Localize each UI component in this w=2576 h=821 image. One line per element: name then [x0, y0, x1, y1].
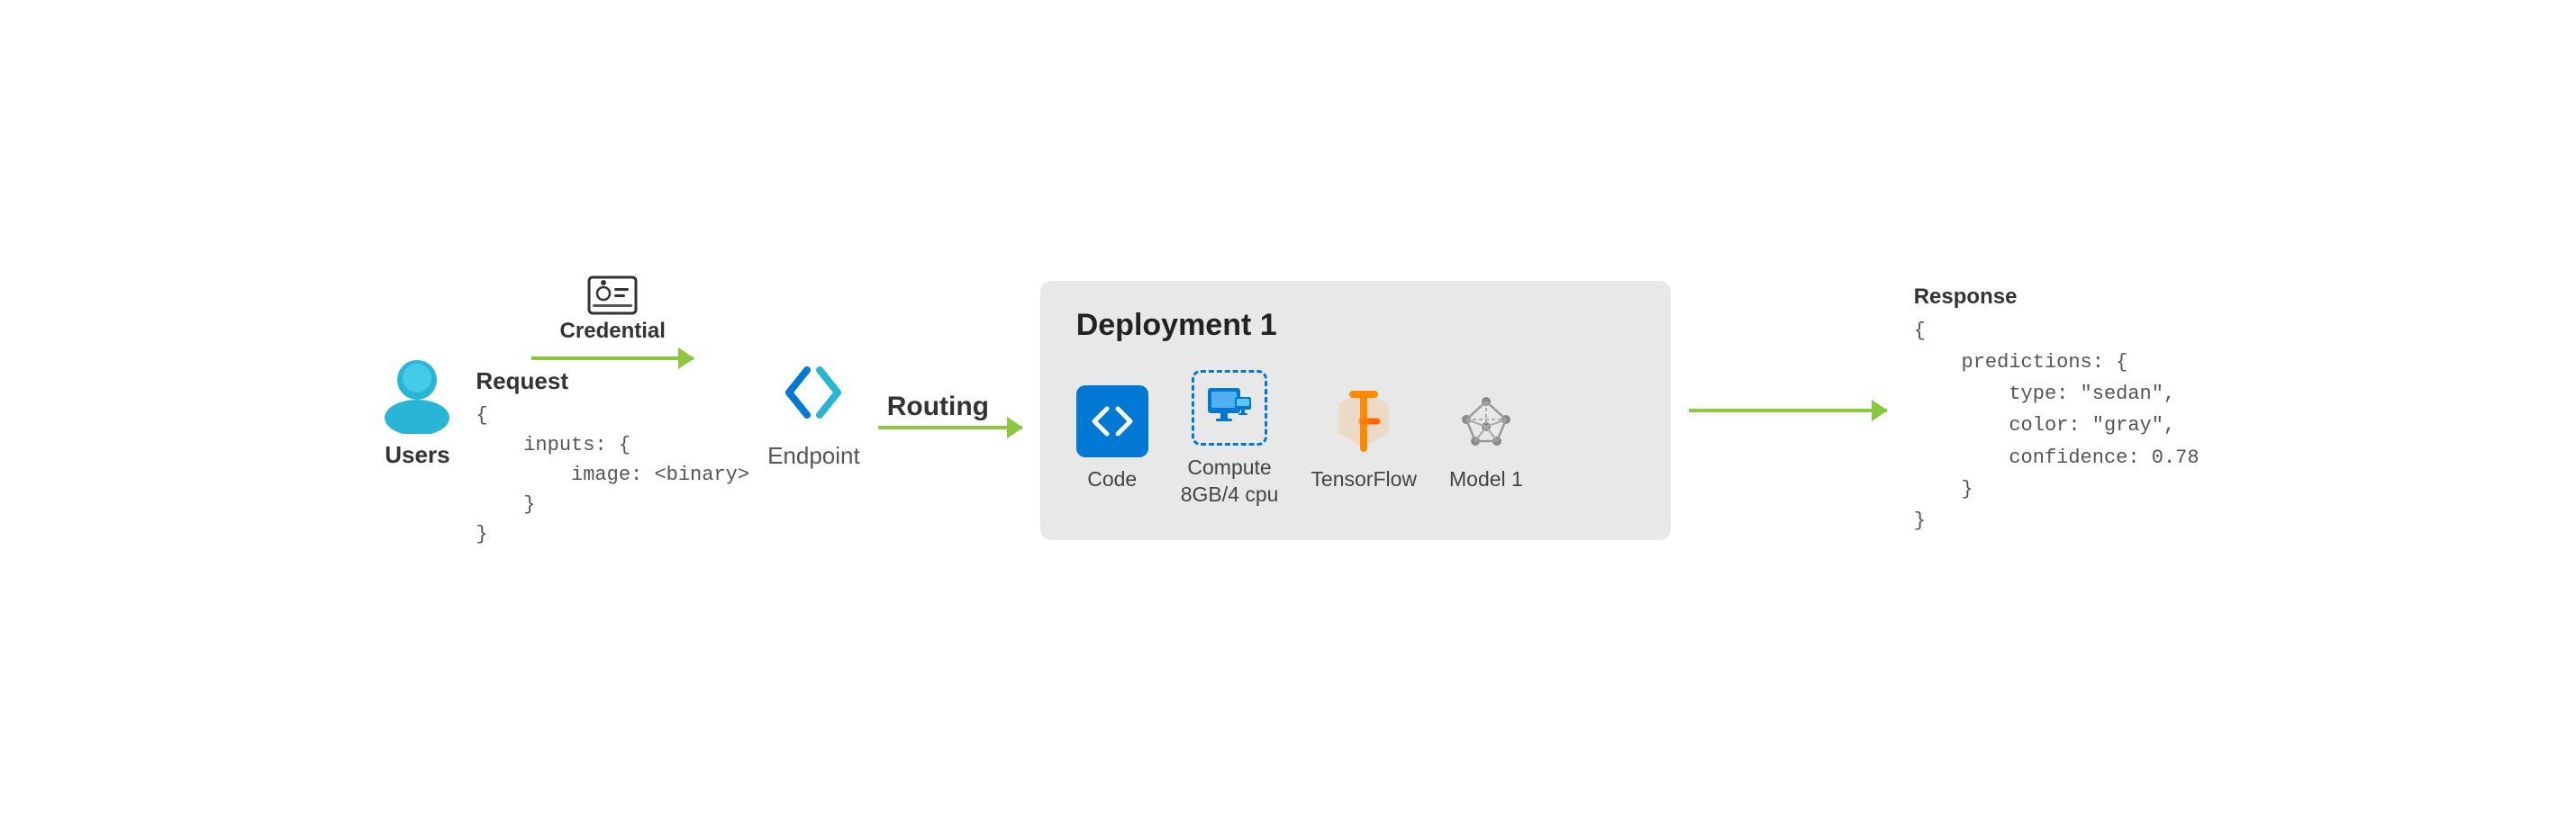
user-section: Users [376, 353, 458, 469]
code-icon [1089, 398, 1136, 445]
deployment-item-tensorflow: TensorFlow [1311, 385, 1417, 493]
response-section: Response { predictions: { type: "sedan",… [1914, 284, 2200, 537]
tensorflow-icon [1328, 385, 1400, 457]
deployment-box: Deployment 1 Code [1040, 281, 1671, 541]
endpoint-section: Endpoint [767, 352, 860, 470]
routing-arrow-section: Routing [878, 392, 1022, 429]
endpoint-label: Endpoint [767, 442, 860, 470]
model1-icon [1450, 385, 1522, 457]
request-arrow [531, 356, 694, 360]
deployment-item-code: Code [1076, 385, 1148, 493]
request-label: Request [476, 367, 749, 395]
compute-icon-wrapper [1192, 370, 1267, 446]
deployment-title: Deployment 1 [1076, 308, 1635, 343]
response-code: { predictions: { type: "sedan", color: "… [1914, 315, 2200, 537]
tensorflow-label: TensorFlow [1311, 466, 1417, 493]
user-label: Users [385, 441, 449, 469]
credential-arrow-section: Credential Request { inputs: { image: <b… [476, 272, 749, 549]
response-arrow-container [1689, 409, 1887, 412]
routing-label: Routing [887, 392, 989, 422]
deployment-item-model1: Model 1 [1449, 385, 1523, 493]
compute-icon [1202, 381, 1256, 435]
endpoint-icon [773, 352, 854, 433]
deployment-item-compute: Compute 8GB/4 cpu [1181, 370, 1279, 509]
code-icon-wrapper [1076, 385, 1148, 457]
request-code: { inputs: { image: <binary> } } [476, 401, 749, 549]
deployment-items: Code [1076, 370, 1635, 509]
response-arrow [1689, 409, 1887, 412]
response-label: Response [1914, 284, 2018, 310]
user-icon [376, 353, 458, 434]
diagram-container: Users Credential Request { inputs: { i [0, 0, 2576, 821]
credential-icon [585, 272, 639, 319]
credential-label: Credential [560, 319, 666, 344]
model1-label: Model 1 [1449, 466, 1523, 493]
code-label: Code [1087, 466, 1137, 493]
routing-arrow [878, 426, 1022, 429]
compute-label: Compute 8GB/4 cpu [1181, 455, 1279, 509]
